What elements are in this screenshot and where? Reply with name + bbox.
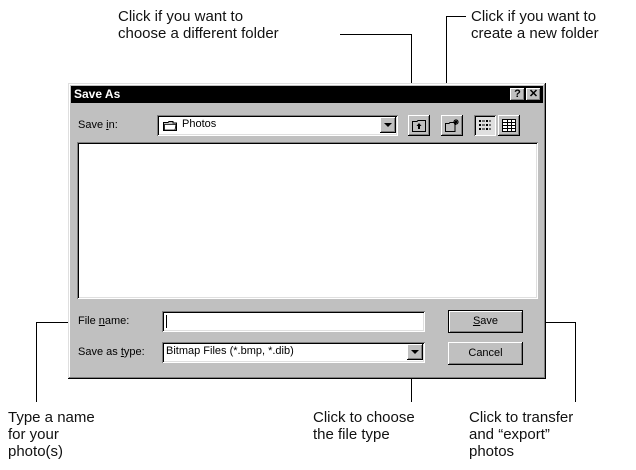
label-text: ame: — [104, 315, 130, 327]
label-text: File — [78, 315, 99, 327]
callout-new-folder: Click if you want to create a new folder — [471, 8, 599, 42]
leader-line — [575, 322, 576, 402]
help-button[interactable]: ? — [510, 88, 525, 101]
new-folder-icon — [444, 118, 460, 136]
title-bar: Save As ? ✕ — [71, 86, 543, 103]
save-in-label: Save in: — [78, 119, 118, 131]
list-view-button[interactable] — [474, 115, 496, 136]
file-name-label: File name: — [78, 315, 129, 327]
cancel-button[interactable]: Cancel — [448, 342, 523, 365]
save-as-type-combo[interactable]: Bitmap Files (*.bmp, *.dib) — [162, 342, 425, 363]
dialog-title: Save As — [74, 87, 121, 101]
leader-line — [36, 322, 37, 402]
label-text: n: — [108, 119, 118, 131]
callout-file-type: Click to choose the file type — [313, 409, 415, 443]
save-in-combo[interactable]: Photos — [157, 115, 398, 136]
list-view-icon — [478, 119, 492, 135]
chevron-down-icon[interactable] — [407, 344, 423, 360]
save-button[interactable]: Save — [448, 310, 523, 333]
chevron-down-icon[interactable] — [380, 117, 396, 133]
create-new-folder-button[interactable] — [441, 115, 463, 136]
callout-file-name: Type a name for your photo(s) — [8, 409, 95, 460]
callout-up-folder: Click if you want to choose a different … — [118, 8, 279, 42]
leader-line — [340, 34, 412, 35]
save-as-type-label: Save as type: — [78, 346, 145, 358]
save-as-type-value: Bitmap Files (*.bmp, *.dib) — [166, 345, 294, 357]
save-in-value: Photos — [182, 118, 217, 130]
up-folder-icon — [411, 118, 427, 136]
details-view-button[interactable] — [498, 115, 520, 136]
details-view-icon — [502, 119, 516, 135]
callout-save: Click to transfer and “export” photos — [469, 409, 574, 460]
label-text: Save — [78, 119, 107, 131]
label-text: ype: — [123, 346, 145, 358]
text-cursor — [166, 315, 167, 328]
leader-line — [446, 16, 466, 17]
folder-icon — [163, 120, 177, 131]
close-button[interactable]: ✕ — [526, 88, 541, 101]
label-text: Save as — [78, 346, 121, 358]
save-as-dialog: Save As ? ✕ Save in: Photos File name: S… — [68, 83, 546, 379]
file-list-area[interactable] — [77, 142, 538, 299]
up-one-level-button[interactable] — [408, 115, 430, 136]
file-name-input[interactable] — [162, 311, 425, 332]
save-button-label: ave — [480, 315, 499, 327]
